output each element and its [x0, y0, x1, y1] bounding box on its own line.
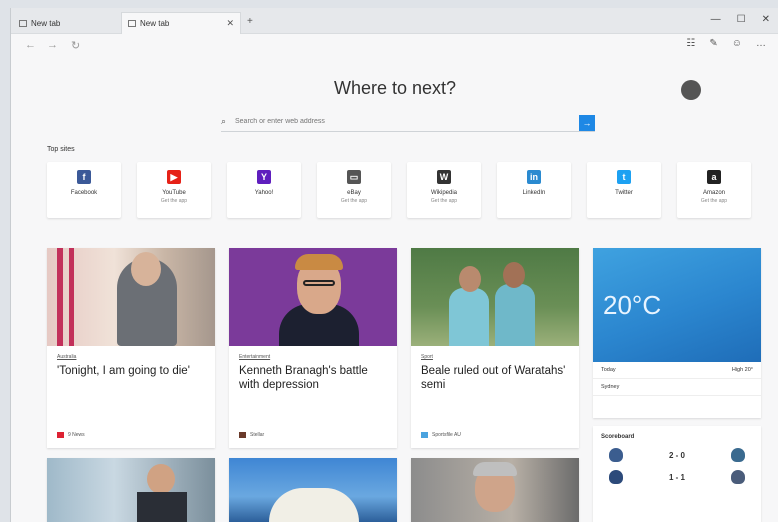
amazon-icon: a	[707, 170, 721, 184]
top-site-label: YouTube	[162, 190, 186, 196]
close-tab-icon[interactable]: ✕	[226, 18, 234, 29]
top-site-sublabel: Get the app	[700, 198, 728, 204]
search-icon: ⌕	[221, 116, 227, 126]
news-card-6[interactable]	[411, 458, 579, 522]
team-shield-icon	[730, 448, 745, 462]
weather-card[interactable]: 20°C Today High 20° Sydney	[593, 248, 761, 418]
tab-1[interactable]: New tab	[13, 12, 109, 34]
top-site-linkedin[interactable]: in LinkedIn	[497, 162, 571, 218]
top-site-label: Twitter	[615, 190, 633, 196]
back-icon[interactable]: ←	[25, 39, 36, 51]
avatar[interactable]	[681, 80, 701, 100]
news-headline[interactable]: Kenneth Branagh's battle with depression	[239, 364, 387, 392]
top-site-label: LinkedIn	[522, 190, 546, 196]
top-site-facebook[interactable]: f Facebook	[47, 162, 121, 218]
top-site-label: Yahoo!	[254, 190, 274, 196]
top-site-sublabel: Get the app	[160, 198, 188, 204]
team-shield-icon	[609, 448, 623, 462]
source-logo-icon	[239, 432, 246, 438]
score-value: 2 - 0	[668, 450, 685, 460]
source-logo-icon	[57, 432, 64, 438]
sports-card[interactable]: Scoreboard 2 - 0 1 - 1	[593, 426, 761, 522]
minimize-icon[interactable]: —	[711, 14, 721, 25]
more-icon[interactable]: …	[756, 38, 766, 49]
maximize-icon[interactable]: ☐	[737, 14, 746, 25]
share-icon[interactable]: ☺	[732, 38, 742, 49]
top-site-amazon[interactable]: a Amazon Get the app	[677, 162, 751, 218]
tab-2-active[interactable]: New tab ✕	[121, 12, 241, 34]
search-go-button[interactable]: →	[579, 115, 595, 131]
search-input[interactable]	[235, 118, 595, 125]
new-tab-icon[interactable]: +	[247, 16, 253, 27]
top-site-sublabel: Get the app	[340, 198, 368, 204]
youtube-icon: ▶	[167, 170, 181, 184]
facebook-icon: f	[77, 170, 91, 184]
reading-view-icon[interactable]: ☷	[686, 38, 695, 49]
source-logo-icon	[421, 432, 428, 438]
news-card-3[interactable]: Sport Beale ruled out of Waratahs' semi …	[411, 248, 579, 448]
score-row[interactable]: 1 - 1	[593, 466, 761, 488]
top-sites-grid: f Facebook ▶ YouTube Get the app Y Yahoo! ▭ eBay…	[47, 162, 751, 218]
refresh-icon[interactable]: ↻	[71, 39, 80, 52]
window-controls: — ☐ ✕	[711, 14, 770, 25]
news-card-5[interactable]	[229, 458, 397, 522]
news-image-1	[47, 248, 215, 346]
news-card-1[interactable]: Australia 'Tonight, I am going to die' 9…	[47, 248, 215, 448]
top-site-sublabel: Get the app	[430, 198, 458, 204]
news-source: Sportsfile AU	[421, 432, 461, 438]
news-source: 9 News	[57, 432, 85, 438]
sports-title: Scoreboard	[601, 434, 635, 440]
top-site-yahoo-[interactable]: Y Yahoo!	[227, 162, 301, 218]
top-site-wikipedia[interactable]: W Wikipedia Get the app	[407, 162, 481, 218]
top-site-label: Facebook	[70, 190, 98, 196]
linkedin-icon: in	[527, 170, 541, 184]
toolbar-right: ☷ ✎ ☺ …	[686, 38, 766, 49]
news-category[interactable]: Entertainment	[239, 354, 387, 360]
page-icon	[19, 19, 27, 27]
page-title: Where to next?	[333, 78, 457, 98]
top-site-ebay[interactable]: ▭ eBay Get the app	[317, 162, 391, 218]
weather-today-row: Today High 20°	[593, 362, 761, 379]
tab-title: New tab	[140, 19, 170, 28]
top-site-youtube[interactable]: ▶ YouTube Get the app	[137, 162, 211, 218]
search-box[interactable]: ⌕	[221, 112, 595, 132]
top-site-twitter[interactable]: t Twitter	[587, 162, 661, 218]
forward-icon[interactable]: →	[47, 39, 58, 51]
yahoo-icon: Y	[257, 170, 271, 184]
news-source: Stellar	[239, 432, 264, 438]
news-headline[interactable]: 'Tonight, I am going to die'	[57, 364, 205, 378]
twitter-icon: t	[617, 170, 631, 184]
news-image-6	[411, 458, 579, 522]
news-category[interactable]: Australia	[57, 354, 205, 360]
score-value: 1 - 1	[668, 472, 685, 482]
news-card-4[interactable]	[47, 458, 215, 522]
tab-title: New tab	[31, 18, 61, 28]
news-headline[interactable]: Beale ruled out of Waratahs' semi	[421, 364, 569, 392]
top-sites-label: Top sites	[47, 146, 75, 153]
news-card-2[interactable]: Entertainment Kenneth Branagh's battle w…	[229, 248, 397, 448]
weather-location-row: Sydney	[593, 379, 761, 396]
weather-panel: 20°C	[593, 248, 761, 362]
weather-temp: 20°C	[603, 290, 662, 320]
ebay-icon: ▭	[347, 170, 361, 184]
top-site-label: eBay	[347, 190, 361, 196]
nav-bar: ← → ↻ ☷ ✎ ☺ …	[11, 34, 778, 56]
page-icon	[128, 20, 136, 27]
top-site-label: Amazon	[702, 190, 725, 196]
top-site-label: Wikipedia	[430, 190, 457, 196]
score-row[interactable]: 2 - 0	[593, 444, 761, 466]
close-window-icon[interactable]: ✕	[762, 14, 770, 25]
wikipedia-icon: W	[437, 170, 451, 184]
news-image-2	[229, 248, 397, 346]
news-image-5	[229, 458, 397, 522]
news-image-3	[411, 248, 579, 346]
tab-strip: New tab New tab ✕ + — ☐ ✕	[11, 8, 778, 34]
news-category[interactable]: Sport	[421, 354, 569, 360]
notes-icon[interactable]: ✎	[709, 38, 717, 49]
news-image-4	[47, 458, 215, 522]
team-shield-icon	[609, 470, 623, 484]
browser-window: New tab New tab ✕ + — ☐ ✕ ← → ↻ ☷ ✎ ☺ … …	[10, 8, 778, 522]
team-shield-icon	[730, 470, 745, 484]
